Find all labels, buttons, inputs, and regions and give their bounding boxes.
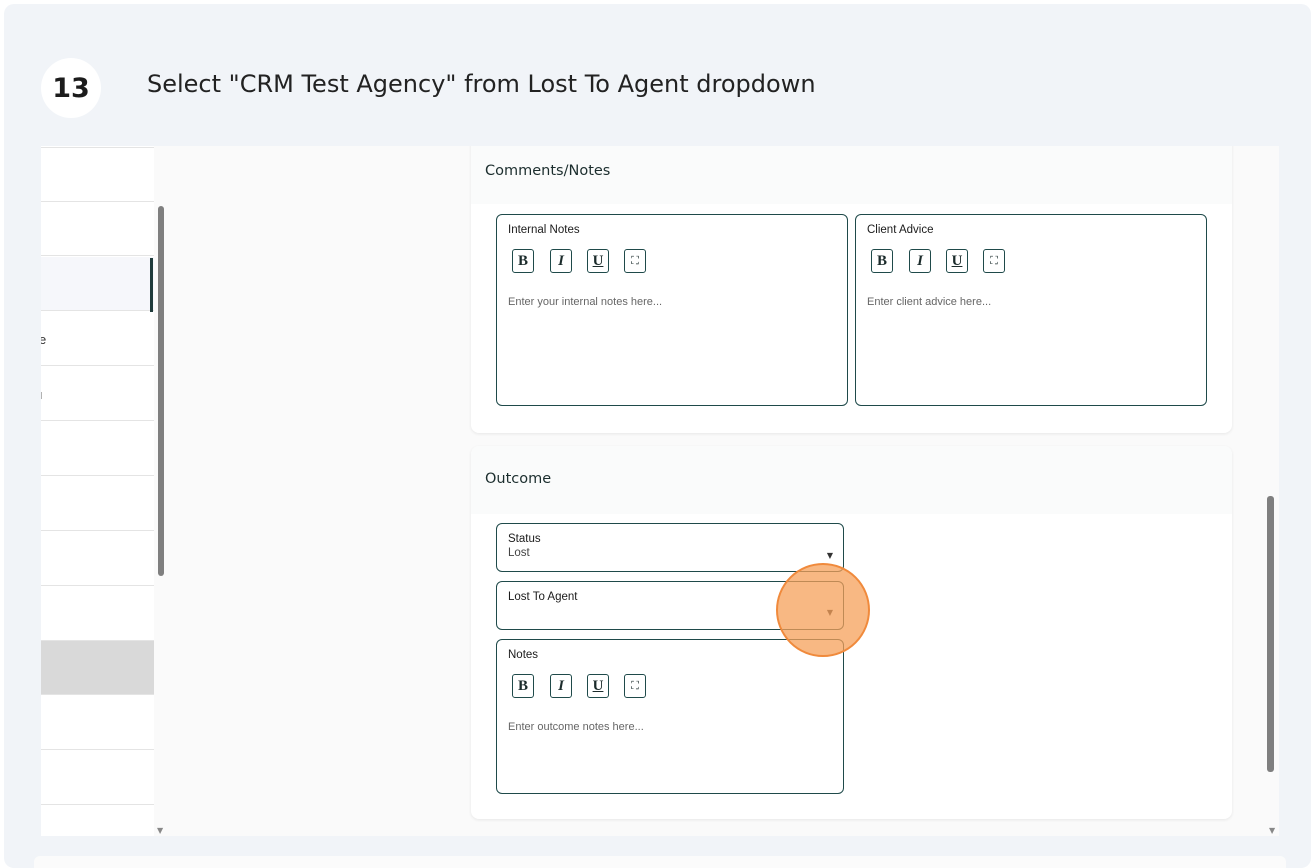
card-header: Outcome: [471, 446, 1232, 514]
comments-notes-card: Comments/Notes Internal Notes B I U ⛶ En…: [471, 146, 1232, 433]
expand-icon[interactable]: ⛶: [983, 249, 1005, 273]
expand-icon[interactable]: ⛶: [624, 674, 646, 698]
list-item[interactable]: e: [41, 312, 154, 366]
step-number: 13: [52, 72, 90, 104]
bold-button[interactable]: B: [871, 249, 893, 273]
next-step-edge: [34, 856, 1286, 868]
list-item[interactable]: [41, 422, 154, 476]
bold-button[interactable]: B: [512, 249, 534, 273]
record-list-pane: e ı: [41, 146, 154, 836]
list-item[interactable]: ı: [41, 367, 154, 421]
step-number-badge: 13: [41, 58, 101, 118]
app-screenshot: e ı ‾ ▼ Comments/Notes Internal Notes B …: [41, 146, 1279, 836]
status-value: Lost: [508, 547, 530, 559]
list-item[interactable]: [41, 148, 154, 202]
internal-notes-placeholder[interactable]: Enter your internal notes here...: [508, 296, 662, 308]
status-label: Status: [508, 533, 541, 545]
italic-button[interactable]: I: [550, 249, 572, 273]
outcome-notes-editor[interactable]: Notes B I U ⛶ Enter outcome notes here..…: [496, 639, 844, 794]
bold-button[interactable]: B: [512, 674, 534, 698]
internal-notes-label: Internal Notes: [508, 224, 580, 236]
list-item[interactable]: [41, 477, 154, 531]
expand-icon[interactable]: ⛶: [624, 249, 646, 273]
page-scrollbar-thumb[interactable]: [1267, 496, 1274, 772]
list-item[interactable]: [41, 751, 154, 805]
click-target-highlight: [776, 563, 870, 657]
chevron-down-icon[interactable]: ▼: [827, 551, 833, 560]
list-item-active[interactable]: [41, 257, 154, 311]
client-advice-editor[interactable]: Client Advice B I U ⛶ Enter client advic…: [855, 214, 1207, 406]
underline-button[interactable]: U: [946, 249, 968, 273]
list-item[interactable]: [41, 587, 154, 641]
underline-button[interactable]: U: [587, 674, 609, 698]
list-item[interactable]: [41, 696, 154, 750]
list-scrollbar-thumb[interactable]: [158, 206, 164, 576]
list-item-selected[interactable]: [41, 641, 154, 695]
outcome-notes-label: Notes: [508, 649, 539, 661]
list-scroll-down-icon[interactable]: ▼: [157, 826, 163, 835]
list-scroll-up-arrow[interactable]: ‾: [156, 146, 160, 151]
underline-button[interactable]: U: [587, 249, 609, 273]
client-advice-placeholder[interactable]: Enter client advice here...: [867, 296, 991, 308]
card-header: Comments/Notes: [471, 146, 1232, 204]
outcome-title: Outcome: [485, 471, 552, 487]
internal-notes-editor[interactable]: Internal Notes B I U ⛶ Enter your intern…: [496, 214, 848, 406]
step-title: Select "CRM Test Agency" from Lost To Ag…: [147, 70, 816, 98]
comments-notes-title: Comments/Notes: [485, 163, 611, 179]
page-scroll-down-icon[interactable]: ▼: [1269, 826, 1275, 835]
outcome-notes-placeholder[interactable]: Enter outcome notes here...: [508, 721, 644, 733]
page-scroll-up-arrow[interactable]: ‾: [1268, 146, 1272, 151]
italic-button[interactable]: I: [909, 249, 931, 273]
list-item[interactable]: [41, 202, 154, 256]
client-advice-label: Client Advice: [867, 224, 934, 236]
status-select[interactable]: Status Lost ▼: [496, 523, 844, 572]
lost-to-agent-label: Lost To Agent: [508, 591, 578, 603]
list-item[interactable]: [41, 532, 154, 586]
active-item-indicator: [150, 258, 153, 312]
italic-button[interactable]: I: [550, 674, 572, 698]
